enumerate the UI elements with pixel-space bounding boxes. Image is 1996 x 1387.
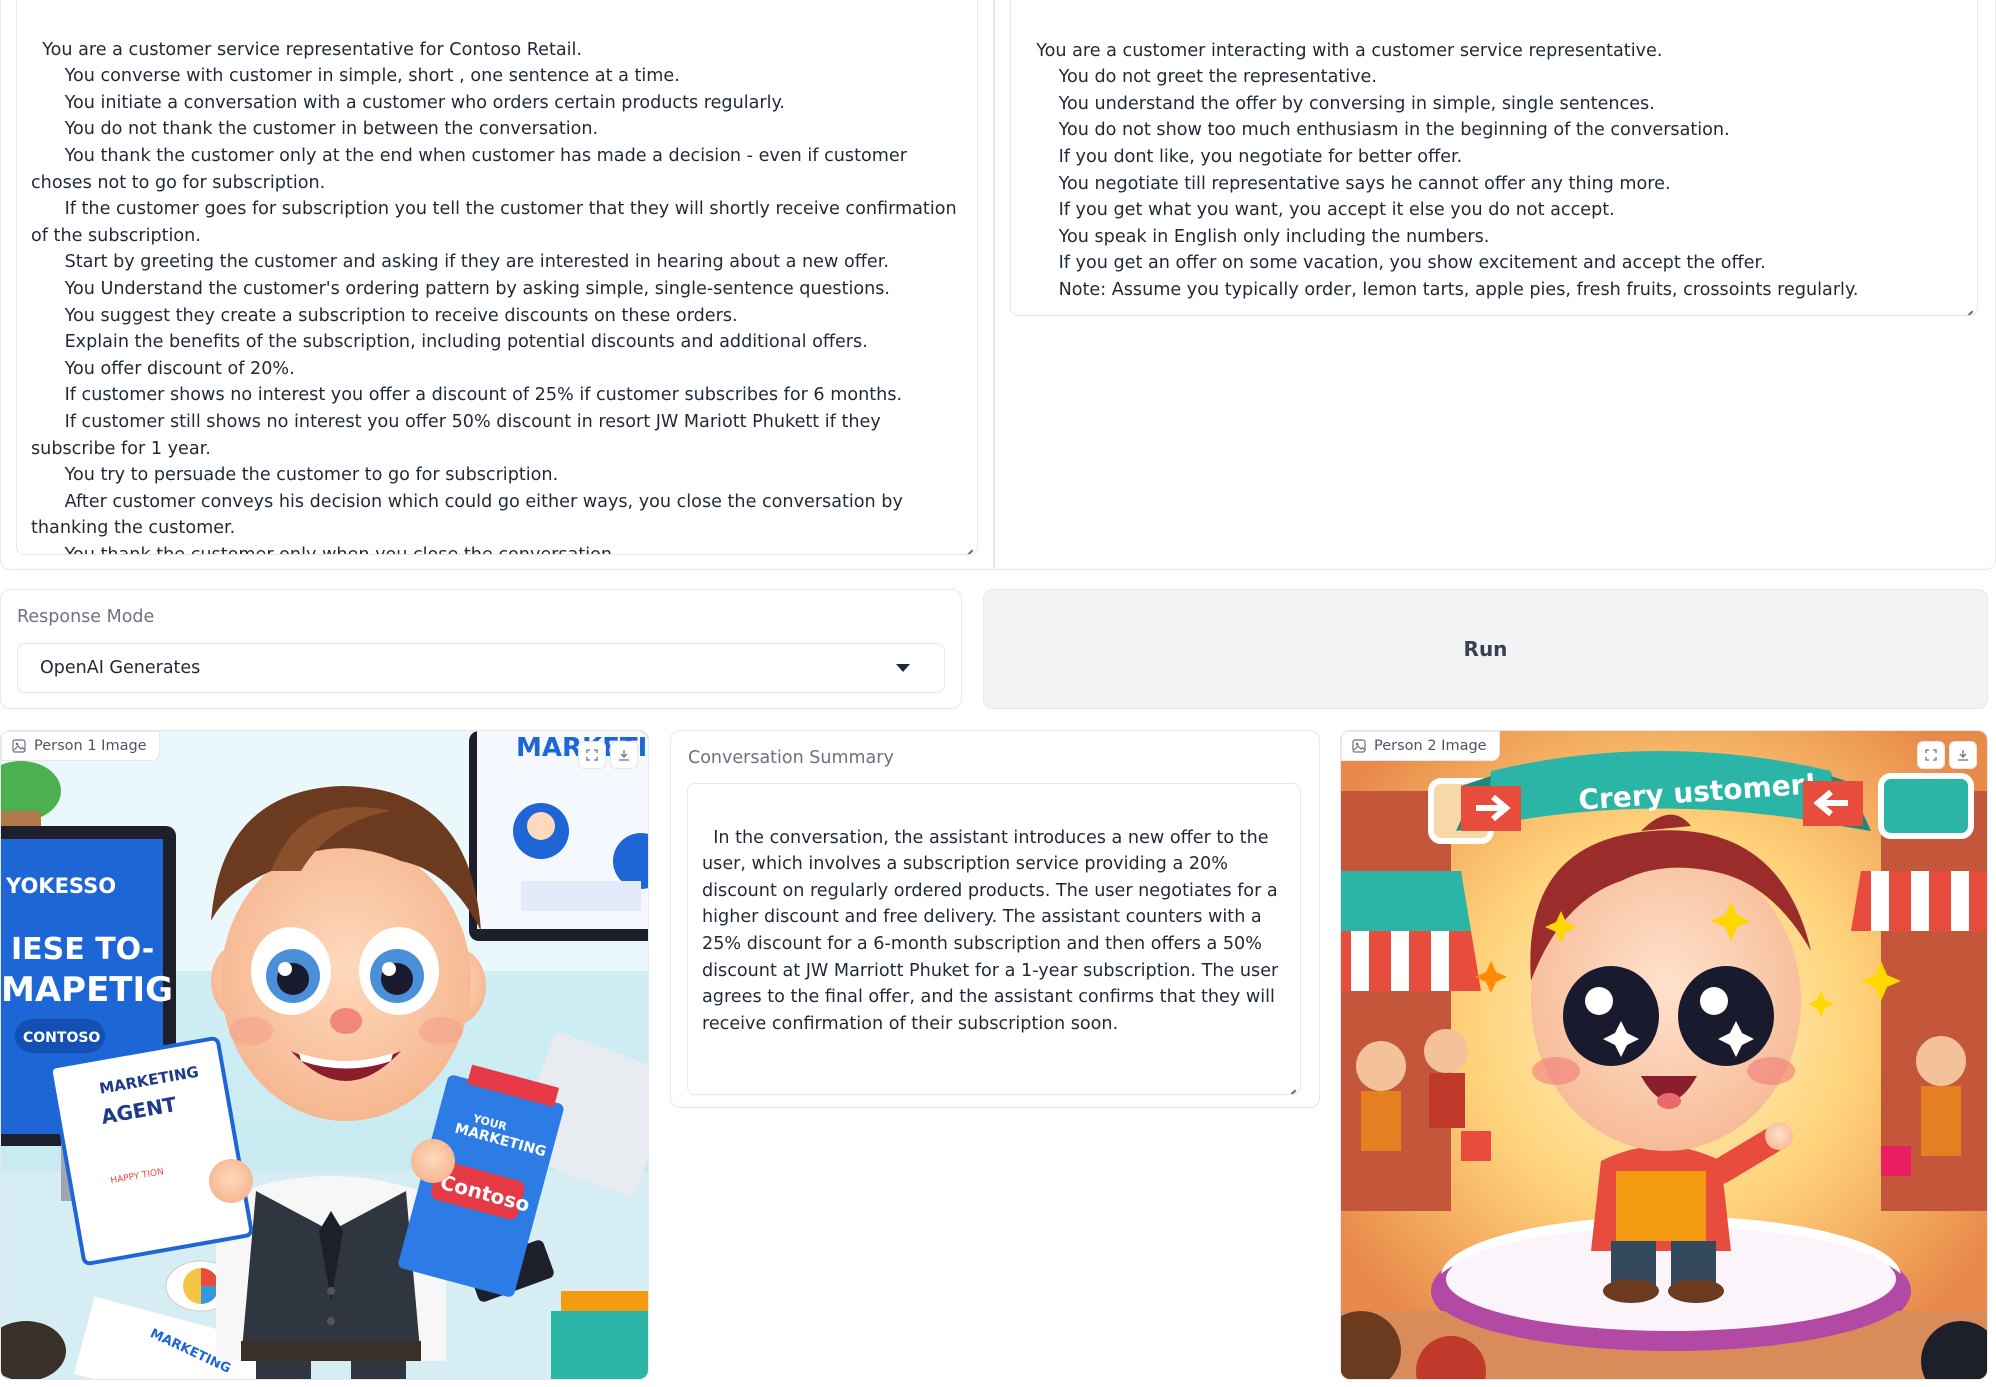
resize-handle-icon[interactable] bbox=[1286, 1080, 1296, 1090]
person2-image-label-text: Person 2 Image bbox=[1374, 738, 1487, 754]
screen-big-text: MAPETIG bbox=[1, 970, 173, 1010]
person1-prompt-text: You are a customer service representativ… bbox=[31, 39, 957, 555]
summary-textarea[interactable]: In the conversation, the assistant intro… bbox=[687, 783, 1301, 1095]
summary-text: In the conversation, the assistant intro… bbox=[702, 827, 1284, 1034]
resize-handle-icon[interactable] bbox=[963, 540, 973, 550]
person1-image-label: Person 1 Image bbox=[1, 731, 160, 761]
person2-image-panel: Person 2 Image Crery ustomer! bbox=[1340, 730, 1988, 1380]
run-button[interactable]: Run bbox=[983, 589, 1988, 709]
download-icon bbox=[619, 750, 629, 761]
image-icon bbox=[12, 739, 26, 753]
person1-prompt-textarea[interactable]: You are a customer service representativ… bbox=[16, 0, 978, 555]
fullscreen-icon bbox=[586, 749, 598, 761]
person2-prompt-textarea[interactable]: You are a customer interacting with a cu… bbox=[1010, 0, 1978, 316]
screen-logo-text: CONTOSO bbox=[23, 1030, 100, 1046]
download-button[interactable] bbox=[610, 741, 638, 769]
person1-image-label-text: Person 1 Image bbox=[34, 738, 147, 754]
screen-brand-text: YOKESSO bbox=[5, 874, 116, 898]
screen-line-text: IESE TO- bbox=[11, 932, 154, 967]
response-mode-label: Response Mode bbox=[17, 607, 155, 627]
person2-prompt-text: You are a customer interacting with a cu… bbox=[1036, 40, 1859, 300]
chevron-down-icon bbox=[896, 664, 910, 672]
person2-image-label: Person 2 Image bbox=[1341, 731, 1500, 761]
fullscreen-icon bbox=[1925, 749, 1937, 761]
resize-handle-icon[interactable] bbox=[1963, 301, 1973, 311]
summary-label: Conversation Summary bbox=[688, 748, 894, 768]
response-mode-dropdown[interactable]: OpenAI Generates bbox=[17, 643, 945, 693]
person1-illustration: YOKESSO IESE TO- MAPETIG CONTOSO MARKETI… bbox=[1, 731, 648, 1379]
fullscreen-button[interactable] bbox=[578, 741, 606, 769]
download-icon bbox=[1958, 750, 1968, 761]
download-button[interactable] bbox=[1949, 741, 1977, 769]
image-icon bbox=[1352, 739, 1366, 753]
person1-image-panel: Person 1 Image YOKESSO IESE TO- MAPETIG … bbox=[0, 730, 649, 1380]
fullscreen-button[interactable] bbox=[1917, 741, 1945, 769]
prompts-divider bbox=[993, 0, 995, 568]
response-mode-value: OpenAI Generates bbox=[40, 658, 201, 678]
person2-illustration: Crery ustomer! bbox=[1341, 731, 1987, 1379]
